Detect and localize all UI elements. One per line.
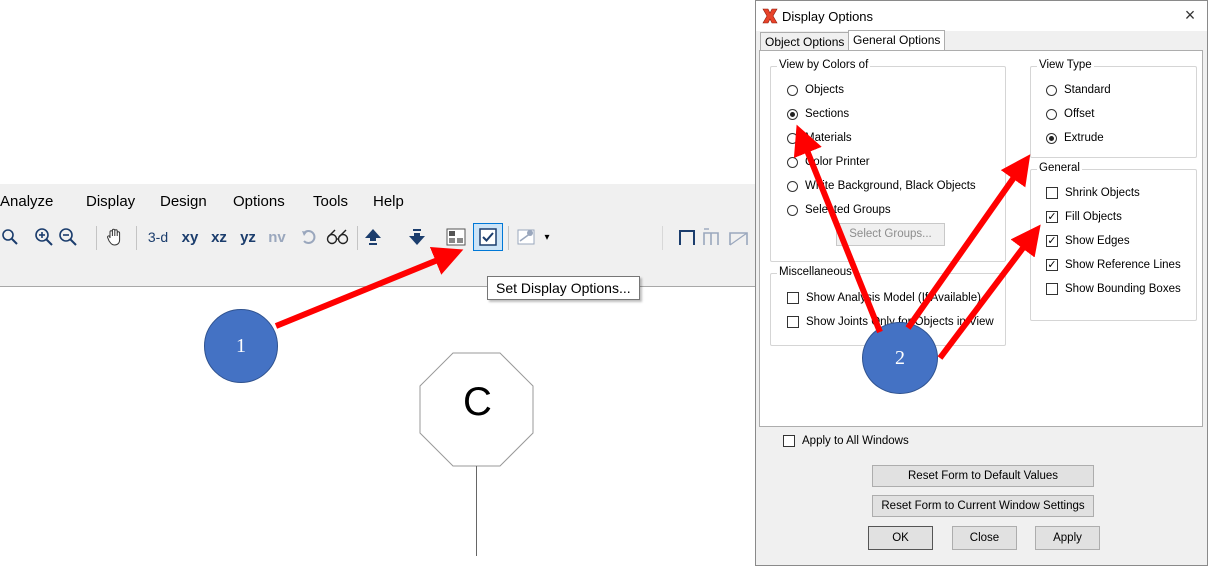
callout-2-marker: 2 (862, 322, 938, 394)
radio-offset[interactable]: Offset (1046, 108, 1094, 120)
callout-1-marker: 1 (204, 309, 278, 383)
pan-hand-icon[interactable] (103, 222, 127, 252)
frame-brace-icon[interactable] (726, 222, 752, 252)
set-display-options-tooltip: Set Display Options... (487, 276, 640, 300)
app-logo-icon (762, 8, 778, 29)
tab-object-options[interactable]: Object Options (760, 32, 850, 51)
move-down-icon[interactable] (406, 222, 428, 252)
grid-label-text: C (463, 380, 492, 424)
move-up-icon[interactable] (362, 222, 384, 252)
reset-current-button[interactable]: Reset Form to Current Window Settings (872, 495, 1094, 517)
radio-selected-groups[interactable]: Selected Groups (787, 204, 891, 216)
checkbox-show-reference-lines[interactable]: ✓ Show Reference Lines (1046, 259, 1181, 271)
radio-color-printer[interactable]: Color Printer (787, 156, 870, 168)
tab-general-options[interactable]: General Options (848, 30, 946, 52)
menu-display[interactable]: Display (86, 193, 135, 210)
view-by-colors-group: View by Colors of Objects Sections Mater… (770, 59, 1006, 262)
view-xy-button[interactable]: xy (179, 222, 201, 252)
apply-button[interactable]: Apply (1035, 526, 1100, 550)
frame-section-icon[interactable] (676, 222, 698, 252)
checkbox-fill-objects[interactable]: ✓ Fill Objects (1046, 211, 1122, 223)
view-by-colors-label: View by Colors of (777, 59, 871, 71)
set-display-options-icon[interactable] (444, 222, 468, 252)
general-label: General (1037, 162, 1082, 174)
menu-tools[interactable]: Tools (313, 193, 348, 210)
checkbox-show-analysis-model[interactable]: Show Analysis Model (If Available) (787, 292, 981, 304)
radio-extrude[interactable]: Extrude (1046, 132, 1104, 144)
toolbar-gripper (662, 226, 663, 250)
menu-analyze[interactable]: Analyze (0, 193, 53, 210)
view-nv-button[interactable]: nv (266, 222, 288, 252)
radio-standard[interactable]: Standard (1046, 84, 1111, 96)
radio-objects[interactable]: Objects (787, 84, 844, 96)
radio-white-background[interactable]: White Background, Black Objects (787, 180, 976, 192)
set-display-options-button[interactable] (473, 223, 503, 251)
menu-options[interactable]: Options (233, 193, 285, 210)
menu-design[interactable]: Design (160, 193, 207, 210)
radio-sections[interactable]: Sections (787, 108, 849, 120)
general-group: General Shrink Objects ✓ Fill Objects ✓ Sh… (1030, 162, 1197, 321)
reset-default-button[interactable]: Reset Form to Default Values (872, 465, 1094, 487)
view-type-group: View Type Standard Offset Extrude (1030, 59, 1197, 158)
view-xz-button[interactable]: xz (208, 222, 230, 252)
zoom-window-icon[interactable] (0, 222, 20, 252)
checkbox-show-bounding-boxes[interactable]: Show Bounding Boxes (1046, 283, 1181, 295)
close-icon[interactable]: × (1178, 5, 1202, 26)
checkbox-shrink-objects[interactable]: Shrink Objects (1046, 187, 1140, 199)
close-button[interactable]: Close (952, 526, 1017, 550)
view-type-label: View Type (1037, 59, 1094, 71)
perspective-glasses-icon[interactable] (324, 222, 350, 252)
menu-bar: Analyze Display Design Options Tools Hel… (0, 184, 755, 220)
view-yz-button[interactable]: yz (237, 222, 259, 252)
ok-button[interactable]: OK (868, 526, 933, 550)
display-settings-icon[interactable] (514, 222, 538, 252)
toolbar-lower-strip (0, 256, 755, 287)
toolbar-separator (357, 226, 358, 250)
miscellaneous-label: Miscellaneous (777, 266, 854, 278)
toolbar-separator (508, 226, 509, 250)
toolbar-separator (136, 226, 137, 250)
dialog-title: Display Options (782, 9, 874, 24)
toolbar-separator (96, 226, 97, 250)
frame-draw-icon[interactable] (700, 222, 722, 252)
radio-materials[interactable]: Materials (787, 132, 852, 144)
zoom-out-icon[interactable] (57, 222, 79, 252)
dialog-title-bar: Display Options × (756, 1, 1207, 31)
chevron-down-icon[interactable]: ▾ (540, 222, 554, 252)
display-options-dialog: Display Options × Object Options General… (755, 0, 1208, 566)
menu-help[interactable]: Help (373, 193, 404, 210)
zoom-in-icon[interactable] (33, 222, 55, 252)
toolbar: 3-d xy xz yz nv ▾ (0, 220, 755, 256)
select-groups-button[interactable]: Select Groups... (836, 223, 945, 246)
view-3d-button[interactable]: 3-d (142, 222, 174, 252)
rotate-icon[interactable] (298, 222, 320, 252)
checkbox-apply-to-all-windows[interactable]: Apply to All Windows (783, 435, 909, 447)
general-options-panel: View by Colors of Objects Sections Mater… (759, 50, 1203, 427)
checkbox-show-edges[interactable]: ✓ Show Edges (1046, 235, 1130, 247)
